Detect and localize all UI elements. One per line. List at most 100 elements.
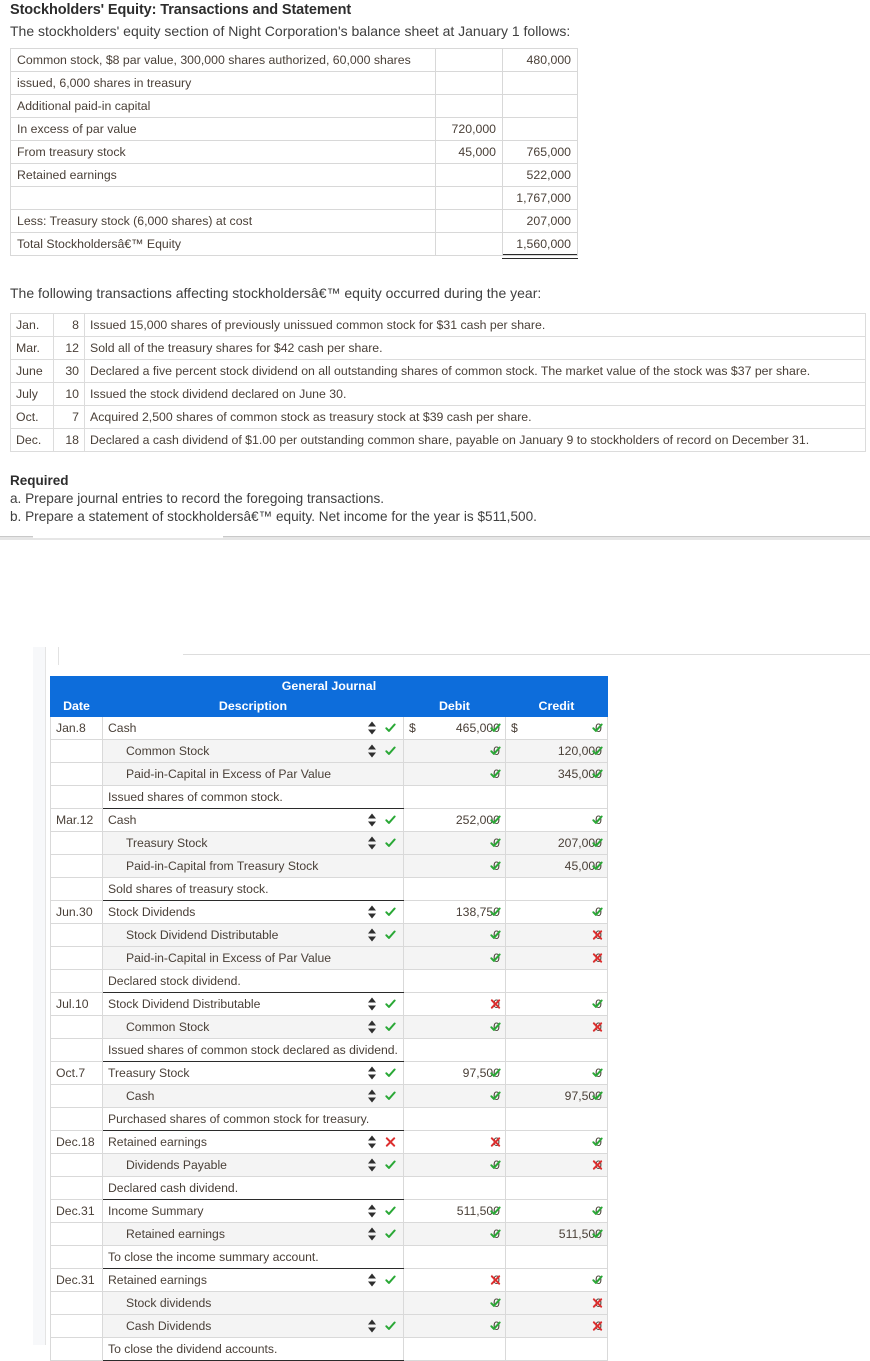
journal-debit-input[interactable]: 0 <box>402 831 506 855</box>
journal-account-select[interactable]: Cash <box>102 716 404 740</box>
balance-sheet-row: Total Stockholdersâ€™ Equity 1,560,000 <box>10 232 579 260</box>
journal-credit-input[interactable]: $0 <box>504 716 608 740</box>
debit-validation-check-icon <box>490 1091 501 1102</box>
journal-account-select[interactable]: Common Stock <box>102 739 404 763</box>
journal-date-cell <box>50 1222 103 1246</box>
journal-account-select[interactable]: Paid-in-Capital from Treasury Stock <box>102 854 404 878</box>
transaction-description: Issued the stock dividend declared on Ju… <box>84 382 866 406</box>
journal-debit-input[interactable]: 0 <box>402 1130 506 1154</box>
divider-gap <box>33 536 223 538</box>
journal-debit-input[interactable]: 0 <box>402 946 506 970</box>
stepper-updown-icon[interactable] <box>367 1204 377 1218</box>
journal-row: Cash 0 97,500 <box>50 1084 608 1108</box>
journal-debit-input[interactable]: 0 <box>402 923 506 947</box>
stepper-updown-icon[interactable] <box>367 1066 377 1080</box>
journal-debit-input[interactable]: 511,500 <box>402 1199 506 1223</box>
stepper-updown-icon[interactable] <box>367 1158 377 1172</box>
journal-debit-input[interactable]: 138,750 <box>402 900 506 924</box>
journal-account-label: Cash <box>108 813 137 827</box>
required-item-b: b. Prepare a statement of stockholdersâ€… <box>10 509 537 524</box>
journal-credit-input[interactable]: 0 <box>504 923 608 947</box>
journal-credit-input[interactable]: 0 <box>504 1314 608 1338</box>
journal-credit-input[interactable]: 0 <box>504 1153 608 1177</box>
credit-validation-check-icon <box>592 1229 603 1240</box>
credit-validation-cross-icon <box>592 930 603 941</box>
journal-account-select[interactable]: Stock Dividend Distributable <box>102 992 404 1016</box>
journal-credit-input[interactable]: 207,000 <box>504 831 608 855</box>
journal-account-select[interactable]: Income Summary <box>102 1199 404 1223</box>
journal-debit-input[interactable]: 0 <box>402 1314 506 1338</box>
stepper-updown-icon[interactable] <box>367 997 377 1011</box>
journal-credit-input[interactable]: 511,500 <box>504 1222 608 1246</box>
journal-account-select[interactable]: Dividends Payable <box>102 1153 404 1177</box>
balance-sheet-label <box>10 186 436 210</box>
journal-credit-input[interactable]: 0 <box>504 1268 608 1292</box>
journal-debit-input[interactable]: 97,500 <box>402 1061 506 1085</box>
journal-credit-input[interactable]: 120,000 <box>504 739 608 763</box>
journal-account-select[interactable]: Stock dividends <box>102 1291 404 1315</box>
stepper-updown-icon[interactable] <box>367 744 377 758</box>
journal-account-select[interactable]: Retained earnings <box>102 1268 404 1292</box>
journal-account-select[interactable]: Cash <box>102 1084 404 1108</box>
journal-credit-input[interactable]: 0 <box>504 946 608 970</box>
journal-debit-input[interactable]: 252,000 <box>402 808 506 832</box>
journal-credit-input[interactable]: 0 <box>504 1199 608 1223</box>
journal-account-select[interactable]: Treasury Stock <box>102 1061 404 1085</box>
journal-account-select[interactable]: Retained earnings <box>102 1222 404 1246</box>
stepper-updown-icon[interactable] <box>367 813 377 827</box>
journal-debit-input[interactable]: 0 <box>402 762 506 786</box>
journal-row: Jun.30 Stock Dividends 138,750 0 <box>50 900 608 924</box>
stepper-updown-icon[interactable] <box>367 721 377 735</box>
journal-account-select[interactable]: Paid-in-Capital in Excess of Par Value <box>102 762 404 786</box>
journal-row: Paid-in-Capital in Excess of Par Value 0 0 <box>50 946 608 970</box>
journal-debit-input[interactable]: 0 <box>402 739 506 763</box>
journal-account-select[interactable]: Retained earnings <box>102 1130 404 1154</box>
stepper-updown-icon[interactable] <box>367 928 377 942</box>
journal-credit-input[interactable]: 0 <box>504 808 608 832</box>
journal-account-select[interactable]: Stock Dividend Distributable <box>102 923 404 947</box>
journal-date-cell <box>50 739 103 763</box>
journal-credit-input[interactable]: 97,500 <box>504 1084 608 1108</box>
stepper-updown-icon[interactable] <box>367 1273 377 1287</box>
journal-debit-input[interactable]: 0 <box>402 992 506 1016</box>
journal-account-select[interactable]: Stock Dividends <box>102 900 404 924</box>
stepper-updown-icon[interactable] <box>367 1089 377 1103</box>
journal-credit-input[interactable]: 345,000 <box>504 762 608 786</box>
journal-debit-input[interactable]: 0 <box>402 1268 506 1292</box>
journal-date-cell <box>50 762 103 786</box>
journal-credit-input[interactable]: 0 <box>504 992 608 1016</box>
journal-account-select[interactable]: Common Stock <box>102 1015 404 1039</box>
journal-credit-input[interactable]: 0 <box>504 1015 608 1039</box>
stepper-updown-icon[interactable] <box>367 1227 377 1241</box>
journal-debit-empty <box>402 1245 506 1269</box>
journal-row: Jan.8 Cash $465,000 $0 <box>50 716 608 740</box>
credit-validation-check-icon <box>592 1206 603 1217</box>
journal-debit-input[interactable]: 0 <box>402 1084 506 1108</box>
journal-debit-input[interactable]: $465,000 <box>402 716 506 740</box>
journal-credit-input[interactable]: 0 <box>504 1061 608 1085</box>
journal-account-label: Declared stock dividend. <box>108 974 241 988</box>
account-validation-check-icon <box>385 1022 396 1033</box>
stepper-updown-icon[interactable] <box>367 1319 377 1333</box>
stepper-updown-icon[interactable] <box>367 905 377 919</box>
stepper-updown-icon[interactable] <box>367 836 377 850</box>
journal-credit-input[interactable]: 0 <box>504 1291 608 1315</box>
journal-credit-input[interactable]: 0 <box>504 900 608 924</box>
journal-debit-input[interactable]: 0 <box>402 1222 506 1246</box>
balance-sheet-row: issued, 6,000 shares in treasury <box>10 71 578 95</box>
stepper-updown-icon[interactable] <box>367 1135 377 1149</box>
journal-debit-input[interactable]: 0 <box>402 854 506 878</box>
journal-title: General Journal <box>50 676 608 696</box>
stepper-updown-icon[interactable] <box>367 1020 377 1034</box>
journal-account-select[interactable]: Paid-in-Capital in Excess of Par Value <box>102 946 404 970</box>
journal-account-select[interactable]: Treasury Stock <box>102 831 404 855</box>
journal-account-select[interactable]: Cash <box>102 808 404 832</box>
journal-credit-input[interactable]: 0 <box>504 1130 608 1154</box>
journal-account-label: Cash <box>126 1089 155 1103</box>
journal-account-select[interactable]: Cash Dividends <box>102 1314 404 1338</box>
journal-credit-input[interactable]: 45,000 <box>504 854 608 878</box>
journal-debit-input[interactable]: 0 <box>402 1291 506 1315</box>
journal-date-cell <box>50 854 103 878</box>
journal-debit-input[interactable]: 0 <box>402 1153 506 1177</box>
journal-debit-input[interactable]: 0 <box>402 1015 506 1039</box>
